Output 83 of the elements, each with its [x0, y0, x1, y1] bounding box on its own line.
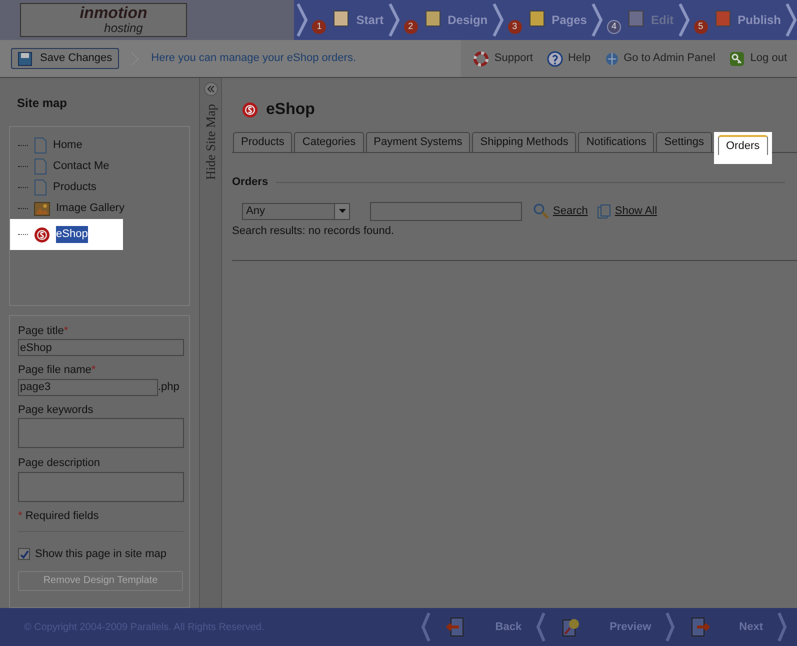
picture-icon	[34, 202, 50, 216]
dollar-icon	[34, 226, 50, 242]
section-heading: Orders	[232, 175, 268, 190]
wizard-step[interactable]: 1 Start	[308, 2, 388, 38]
keywords-field[interactable]	[18, 418, 184, 448]
page-icon	[34, 179, 47, 196]
field-label: Page file name*	[18, 363, 97, 378]
hint-text: Here you can manage your eShop orders.	[151, 51, 356, 66]
toolbar-link[interactable]: Log out	[729, 50, 787, 67]
tab[interactable]: Products	[233, 132, 292, 152]
chevron-icon	[785, 2, 797, 38]
logo: inmotion hosting	[20, 3, 187, 37]
chevron-icon	[665, 611, 676, 643]
page-title-field[interactable]: eShop	[18, 339, 184, 356]
chevron-icon	[590, 2, 603, 38]
chevron-icon	[296, 2, 308, 38]
search-icon	[533, 203, 549, 219]
chevron-icon	[536, 611, 546, 643]
key-icon	[729, 50, 746, 66]
wizard-step[interactable]: 3 Pages	[504, 2, 591, 38]
search-field[interactable]	[370, 202, 522, 220]
tree-item[interactable]: Products	[18, 177, 168, 198]
status-dropdown[interactable]: Any	[242, 202, 350, 220]
tree-item[interactable]: Contact Me	[18, 156, 168, 177]
magnifier-page-icon	[560, 616, 582, 638]
wizard-step[interactable]: 2 Design	[400, 2, 492, 38]
tree-label: Image Gallery	[56, 201, 124, 216]
checkbox-label: Show this page in site map	[35, 547, 166, 562]
tab[interactable]: Categories	[294, 132, 364, 152]
step-number: 4	[606, 20, 621, 34]
search-link[interactable]: Search	[533, 202, 588, 220]
tree-item[interactable]: Home	[18, 135, 168, 156]
tree-item[interactable]: eShop	[10, 219, 123, 250]
help-icon	[546, 50, 563, 66]
lifebuoy-icon	[473, 50, 490, 66]
documents-icon	[596, 204, 611, 218]
tab[interactable]: Orders	[714, 132, 772, 164]
required-note: * Required fields	[18, 508, 100, 524]
chevron-icon	[777, 611, 787, 643]
tab[interactable]: Notifications	[578, 132, 654, 152]
wizard-step[interactable]: 5 Publish	[690, 2, 785, 38]
step-number: 5	[694, 20, 708, 34]
step-number: 1	[312, 20, 326, 34]
toolbar-link[interactable]: Support	[473, 50, 533, 67]
step-number: 3	[508, 20, 522, 34]
page-icon	[34, 158, 47, 175]
search-result-text: Search results: no records found.	[232, 224, 396, 238]
tree-label: Home	[53, 138, 82, 154]
file-extension: .php	[158, 380, 180, 395]
chevron-icon	[678, 2, 690, 38]
tree-label: Contact Me	[53, 159, 110, 174]
show-all-link[interactable]: Show All	[596, 202, 658, 220]
chevron-icon	[492, 2, 504, 38]
tree-label: Products	[53, 180, 96, 196]
field-label: Page keywords	[18, 402, 94, 418]
tab[interactable]: Payment Systems	[366, 132, 470, 152]
step-number: 2	[404, 20, 418, 34]
description-field[interactable]	[18, 472, 184, 502]
collapse-icon[interactable]	[204, 82, 218, 96]
toolbar-link[interactable]: Go to Admin Panel	[604, 50, 716, 67]
page-icon	[34, 137, 47, 154]
check-icon	[20, 550, 28, 559]
chevron-icon	[388, 2, 400, 38]
tab[interactable]: Shipping Methods	[472, 132, 576, 152]
tree-label: eShop	[56, 226, 88, 243]
toolbar-link[interactable]: Help	[546, 50, 591, 67]
wizard-nav-button[interactable]: Next	[675, 611, 777, 643]
page-right-arrow-icon	[689, 616, 712, 638]
save-button[interactable]: Save Changes	[11, 48, 120, 69]
tree-item[interactable]: Image Gallery	[18, 198, 168, 219]
file-name-field[interactable]: page3	[18, 378, 158, 396]
field-label: Page description	[18, 456, 101, 471]
dollar-icon	[242, 102, 258, 118]
tab[interactable]: Settings	[656, 132, 712, 152]
page-heading: eShop	[266, 100, 315, 120]
globe-icon	[604, 52, 619, 66]
chevron-icon	[421, 611, 432, 643]
hide-site-map-toggle[interactable]: Hide Site Map	[200, 104, 220, 180]
checkbox[interactable]	[18, 548, 30, 560]
wizard-nav-button[interactable]: Back	[431, 611, 536, 643]
wizard-nav-button[interactable]: Preview	[546, 611, 666, 643]
panel-title: Site map	[17, 95, 68, 112]
field-label: Page title*	[18, 324, 70, 338]
